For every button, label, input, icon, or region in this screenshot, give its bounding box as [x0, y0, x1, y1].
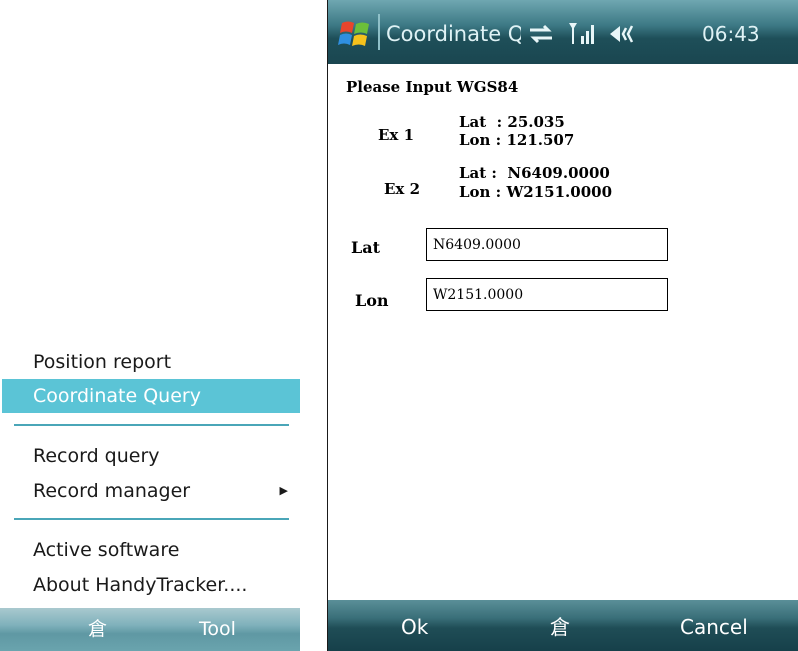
example-1-label: Ex 1 [378, 126, 415, 144]
lat-input[interactable] [426, 228, 668, 261]
lat-label: Lat [351, 238, 381, 257]
menu-item-label: Record manager [33, 480, 191, 502]
cancel-softkey[interactable]: Cancel [680, 600, 748, 651]
clock[interactable]: 06:43 [702, 0, 760, 64]
window-title: Coordinate Query [386, 22, 521, 46]
example-1-lat: Lat : 25.035 [459, 113, 565, 131]
menu-item-record-manager[interactable]: Record manager ▶ [2, 474, 300, 508]
volume-icon[interactable] [608, 22, 638, 46]
input-prompt: Please Input WGS84 [346, 78, 519, 96]
menu-item-active-software[interactable]: Active software [2, 533, 300, 567]
menu-item-about[interactable]: About HandyTracker.... [2, 568, 300, 602]
left-screen: Position report Coordinate Query Record … [0, 0, 305, 651]
keyboard-icon[interactable]: 倉 [550, 600, 570, 651]
title-divider [378, 14, 380, 50]
start-flag-icon[interactable] [338, 17, 372, 51]
coordinate-query-window: Coordinate Query 06:43 Please Input WGS8… [327, 0, 798, 651]
menu-item-position-report[interactable]: Position report [2, 345, 300, 379]
example-1-lon: Lon : 121.507 [459, 131, 575, 149]
left-softkey-bar: 倉 Tool [0, 608, 300, 651]
lon-input[interactable] [426, 278, 668, 311]
example-2-lat: Lat : N6409.0000 [459, 164, 610, 182]
connectivity-icon[interactable] [526, 22, 556, 46]
example-2-lon: Lon : W2151.0000 [459, 183, 613, 201]
lon-label: Lon [355, 291, 389, 310]
menu-item-record-query[interactable]: Record query [2, 439, 300, 473]
keyboard-icon[interactable]: 倉 [88, 608, 107, 651]
menu-separator [14, 518, 289, 520]
ok-softkey[interactable]: Ok [401, 600, 428, 651]
coordinate-form: Please Input WGS84 Ex 1 Lat : 25.035 Lon… [328, 64, 798, 600]
example-2-label: Ex 2 [384, 180, 421, 198]
submenu-arrow-icon: ▶ [279, 484, 288, 497]
signal-icon[interactable] [568, 22, 596, 46]
right-softkey-bar: Ok 倉 Cancel [328, 600, 798, 651]
menu-item-coordinate-query[interactable]: Coordinate Query [2, 379, 300, 413]
title-bar: Coordinate Query 06:43 [328, 0, 798, 64]
menu-separator [14, 424, 289, 426]
tool-softkey[interactable]: Tool [199, 608, 236, 651]
